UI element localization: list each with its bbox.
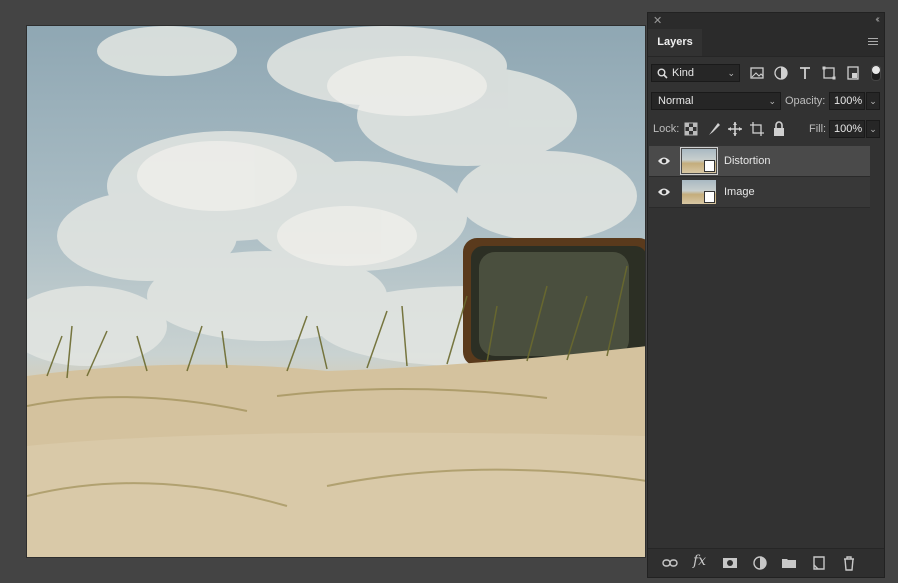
- group-folder-icon[interactable]: [781, 555, 797, 571]
- adjustment-filter-icon[interactable]: [773, 65, 789, 81]
- fill-dropdown-icon[interactable]: ⌄: [866, 120, 880, 138]
- adjustment-layer-icon[interactable]: [752, 555, 768, 571]
- opacity-dropdown-icon[interactable]: ⌄: [866, 92, 880, 110]
- visibility-eye-icon[interactable]: [657, 155, 671, 167]
- opacity-label: Opacity:: [785, 95, 826, 107]
- smart-object-filter-icon[interactable]: [845, 65, 861, 81]
- lock-label: Lock:: [653, 123, 680, 135]
- photo-image: [27, 26, 645, 557]
- layer-name[interactable]: Image: [724, 177, 755, 207]
- document-canvas[interactable]: [26, 25, 646, 558]
- blend-row: Normal ⌄ Opacity: 100% ⌄: [648, 91, 884, 111]
- layer-row-distortion[interactable]: Distortion: [649, 146, 870, 177]
- link-layers-icon[interactable]: [662, 555, 678, 571]
- blend-mode-select[interactable]: Normal ⌄: [651, 92, 781, 110]
- panel-footer: fx: [648, 548, 884, 577]
- image-filter-icon[interactable]: [749, 65, 765, 81]
- trash-icon[interactable]: [841, 555, 857, 571]
- chevron-down-icon: ⌄: [727, 68, 735, 78]
- blend-mode-value: Normal: [658, 95, 694, 107]
- lock-all-icon[interactable]: [771, 121, 787, 137]
- fx-icon[interactable]: fx: [693, 553, 709, 569]
- panel-tab-row: Layers: [648, 29, 884, 57]
- shape-filter-icon[interactable]: [821, 65, 837, 81]
- panel-titlebar: ✕ ‹‹: [648, 13, 884, 29]
- collapse-panel-icon[interactable]: ‹‹: [875, 14, 879, 25]
- layer-thumbnail: [682, 180, 716, 204]
- lock-pixels-icon[interactable]: [706, 121, 722, 137]
- lock-position-icon[interactable]: [727, 121, 743, 137]
- filter-toggle[interactable]: [871, 65, 881, 81]
- smart-object-badge-icon: [704, 160, 715, 172]
- layers-panel: ✕ ‹‹ Layers Kind ⌄ Normal ⌄ Opacity: 100…: [647, 12, 885, 578]
- type-filter-icon[interactable]: [797, 65, 813, 81]
- lock-transparent-icon[interactable]: [683, 121, 699, 137]
- new-layer-icon[interactable]: [811, 555, 827, 571]
- smart-object-badge-icon: [704, 191, 715, 203]
- chevron-down-icon: ⌄: [768, 96, 776, 106]
- fill-label: Fill:: [809, 123, 827, 135]
- lock-row: Lock: Fill: 100% ⌄: [648, 119, 884, 139]
- lock-artboard-icon[interactable]: [749, 121, 765, 137]
- layer-name[interactable]: Distortion: [724, 146, 770, 176]
- opacity-input[interactable]: 100%: [829, 92, 865, 110]
- layer-thumbnail: [680, 147, 718, 175]
- kind-filter-select[interactable]: Kind ⌄: [651, 64, 740, 82]
- search-icon: [657, 68, 668, 79]
- fill-input[interactable]: 100%: [829, 120, 865, 138]
- layer-row-image[interactable]: Image: [649, 177, 870, 208]
- tab-layers[interactable]: Layers: [648, 29, 702, 56]
- panel-menu-icon[interactable]: [868, 38, 878, 47]
- add-mask-icon[interactable]: [722, 555, 738, 571]
- filter-row: Kind ⌄: [648, 63, 884, 83]
- close-panel-icon[interactable]: ✕: [653, 14, 662, 27]
- visibility-eye-icon[interactable]: [657, 186, 671, 198]
- kind-filter-value: Kind: [672, 67, 695, 79]
